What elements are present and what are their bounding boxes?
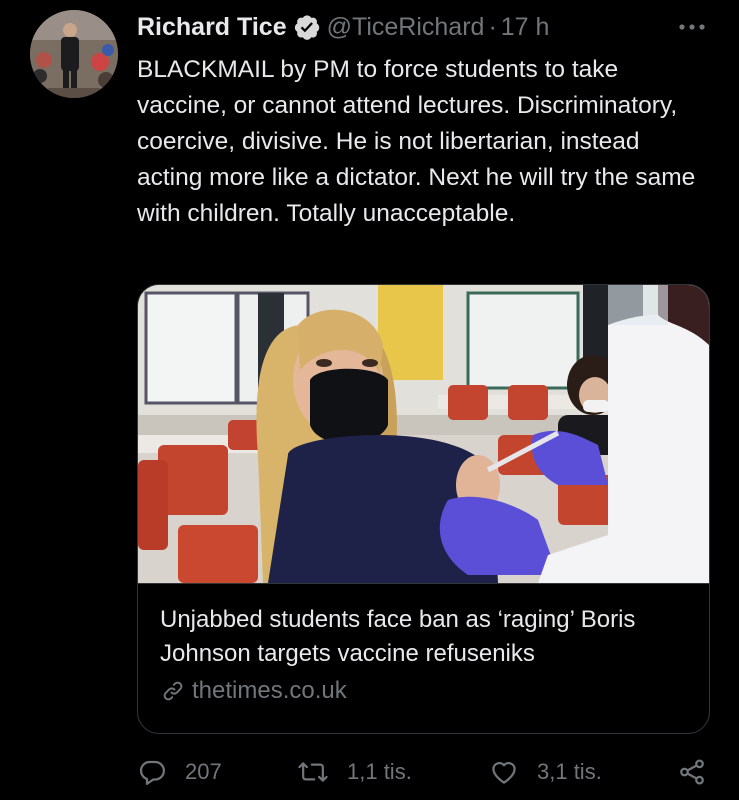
author-name[interactable]: Richard Tice [137, 13, 287, 42]
article-image [138, 285, 709, 584]
share-button[interactable] [677, 752, 725, 792]
retweet-button[interactable]: 1,1 tis. [297, 752, 412, 792]
tweet-header: Richard Tice @TiceRichard · 17 h [137, 8, 549, 46]
link-icon [163, 681, 183, 701]
retweet-count: 1,1 tis. [347, 759, 412, 784]
like-count: 3,1 tis. [537, 759, 602, 784]
author-handle[interactable]: @TiceRichard [327, 13, 485, 42]
reply-button[interactable]: 207 [137, 752, 222, 792]
verified-badge-icon [293, 13, 321, 41]
article-title: Unjabbed students face ban as ‘raging’ B… [160, 606, 636, 667]
like-button[interactable]: 3,1 tis. [489, 752, 602, 792]
header-separator: · [488, 12, 497, 41]
author-avatar[interactable] [30, 10, 118, 98]
more-options-icon[interactable] [675, 12, 709, 42]
share-icon [680, 759, 704, 785]
tweet-timestamp[interactable]: 17 h [501, 13, 550, 42]
author-avatar-image [30, 10, 118, 98]
article-domain: thetimes.co.uk [192, 677, 347, 704]
like-icon [492, 761, 516, 784]
tweet-text: BLACKMAIL by PM to force students to tak… [137, 56, 696, 227]
reply-count: 207 [185, 759, 222, 784]
article-source: thetimes.co.uk [160, 677, 347, 705]
retweet-icon [298, 762, 328, 782]
reply-icon [139, 760, 165, 785]
tweet-action-bar: 207 1,1 tis. 3,1 tis. [137, 752, 712, 792]
link-preview-card[interactable]: Unjabbed students face ban as ‘raging’ B… [137, 284, 710, 734]
